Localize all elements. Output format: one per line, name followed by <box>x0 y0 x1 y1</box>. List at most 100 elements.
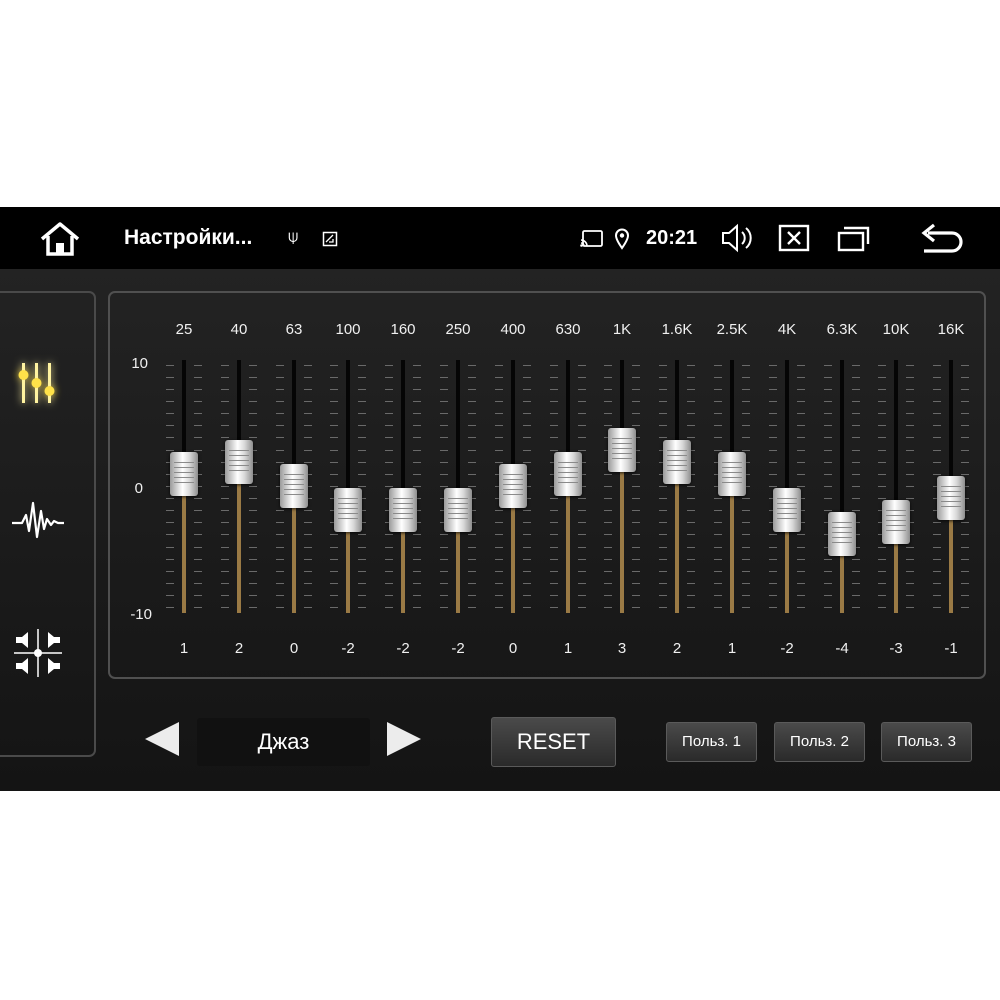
windows-icon[interactable] <box>836 223 872 253</box>
knob-grip-line <box>284 489 304 490</box>
scale-tick <box>468 607 476 608</box>
scale-tick <box>221 607 229 608</box>
scale-tick <box>550 510 558 511</box>
knob-grip-line <box>722 472 742 473</box>
scale-tick <box>852 486 860 487</box>
scale-tick <box>194 377 202 378</box>
next-preset-button[interactable] <box>387 722 421 756</box>
scale-tick <box>550 365 558 366</box>
scale-tick <box>578 437 586 438</box>
user-preset-2-button[interactable]: Польз. 2 <box>774 722 865 762</box>
slider-knob[interactable] <box>937 476 965 520</box>
scale-tick <box>358 486 366 487</box>
prev-preset-button[interactable] <box>145 722 179 756</box>
balance-icon[interactable] <box>8 623 68 683</box>
scale-tick <box>194 450 202 451</box>
scale-tick <box>468 450 476 451</box>
scale-tick <box>797 462 805 463</box>
scale-tick <box>687 389 695 390</box>
slider-knob[interactable] <box>499 464 527 508</box>
scale-tick <box>495 377 503 378</box>
scale-tick <box>276 425 284 426</box>
scale-tick <box>440 595 448 596</box>
scale-tick <box>495 547 503 548</box>
scale-tick <box>824 425 832 426</box>
slider-knob[interactable] <box>389 488 417 532</box>
scale-tick <box>852 437 860 438</box>
scale-tick <box>742 559 750 560</box>
scale-tick <box>304 389 312 390</box>
scale-tick <box>878 413 886 414</box>
scale-tick <box>906 462 914 463</box>
equalizer-icon[interactable] <box>8 353 68 413</box>
slider-knob[interactable] <box>554 452 582 496</box>
scale-tick <box>304 607 312 608</box>
knob-grip-line <box>393 513 413 514</box>
scale-tick <box>632 583 640 584</box>
slider-knob[interactable] <box>882 500 910 544</box>
slider-knob[interactable] <box>280 464 308 508</box>
scale-tick <box>961 450 969 451</box>
knob-grip-line <box>722 482 742 483</box>
scale-tick <box>413 365 421 366</box>
scale-tick <box>769 559 777 560</box>
scale-tick <box>632 474 640 475</box>
scale-tick <box>495 522 503 523</box>
knob-grip-line <box>777 513 797 514</box>
scale-tick <box>824 559 832 560</box>
slider-knob[interactable] <box>334 488 362 532</box>
scale-tick <box>194 547 202 548</box>
scale-tick <box>358 389 366 390</box>
scale-tick <box>440 413 448 414</box>
scale-tick <box>961 559 969 560</box>
scale-tick <box>742 510 750 511</box>
scale-tick <box>358 547 366 548</box>
scale-tick <box>440 377 448 378</box>
back-icon[interactable] <box>918 221 964 255</box>
equalizer-panel: 25 40 63 100 160 250 400 630 1K 1.6K 2.5K 4K 6.3K 10K… <box>108 291 986 679</box>
slider-knob[interactable] <box>718 452 746 496</box>
reset-button[interactable]: RESET <box>491 717 616 767</box>
scale-tick <box>769 534 777 535</box>
scale-tick <box>194 389 202 390</box>
user-preset-3-button[interactable]: Польз. 3 <box>881 722 972 762</box>
scale-tick <box>550 413 558 414</box>
scale-tick <box>578 413 586 414</box>
volume-icon[interactable] <box>720 223 754 253</box>
scale-tick <box>194 401 202 402</box>
scale-tick <box>523 534 531 535</box>
scale-tick <box>194 583 202 584</box>
band-frequency-label: 1K <box>612 321 632 338</box>
scale-tick <box>769 450 777 451</box>
knob-grip-line <box>612 453 632 454</box>
scale-tick <box>714 413 722 414</box>
scale-tick <box>852 377 860 378</box>
close-box-icon[interactable] <box>778 224 810 252</box>
slider-knob[interactable] <box>225 440 253 484</box>
slider-knob[interactable] <box>170 452 198 496</box>
scale-tick <box>769 401 777 402</box>
user-preset-1-button[interactable]: Польз. 1 <box>666 722 757 762</box>
slider-knob[interactable] <box>773 488 801 532</box>
home-icon[interactable] <box>38 221 82 257</box>
scale-tick <box>769 583 777 584</box>
scale-tick <box>523 462 531 463</box>
scale-tick <box>769 486 777 487</box>
band-value-label: 2 <box>672 640 682 657</box>
scale-tick <box>659 534 667 535</box>
knob-grip-line <box>174 467 194 468</box>
knob-grip-line <box>886 530 906 531</box>
slider-knob[interactable] <box>828 512 856 556</box>
knob-grip-line <box>558 467 578 468</box>
scale-tick <box>742 498 750 499</box>
waveform-icon[interactable] <box>8 489 68 549</box>
slider-knob[interactable] <box>608 428 636 472</box>
scale-tick <box>714 571 722 572</box>
slider-knob[interactable] <box>444 488 472 532</box>
scale-tick <box>578 534 586 535</box>
scale-tick <box>249 425 257 426</box>
scale-tick <box>933 607 941 608</box>
band-frequency-label: 630 <box>555 321 581 338</box>
scale-tick <box>578 522 586 523</box>
slider-knob[interactable] <box>663 440 691 484</box>
